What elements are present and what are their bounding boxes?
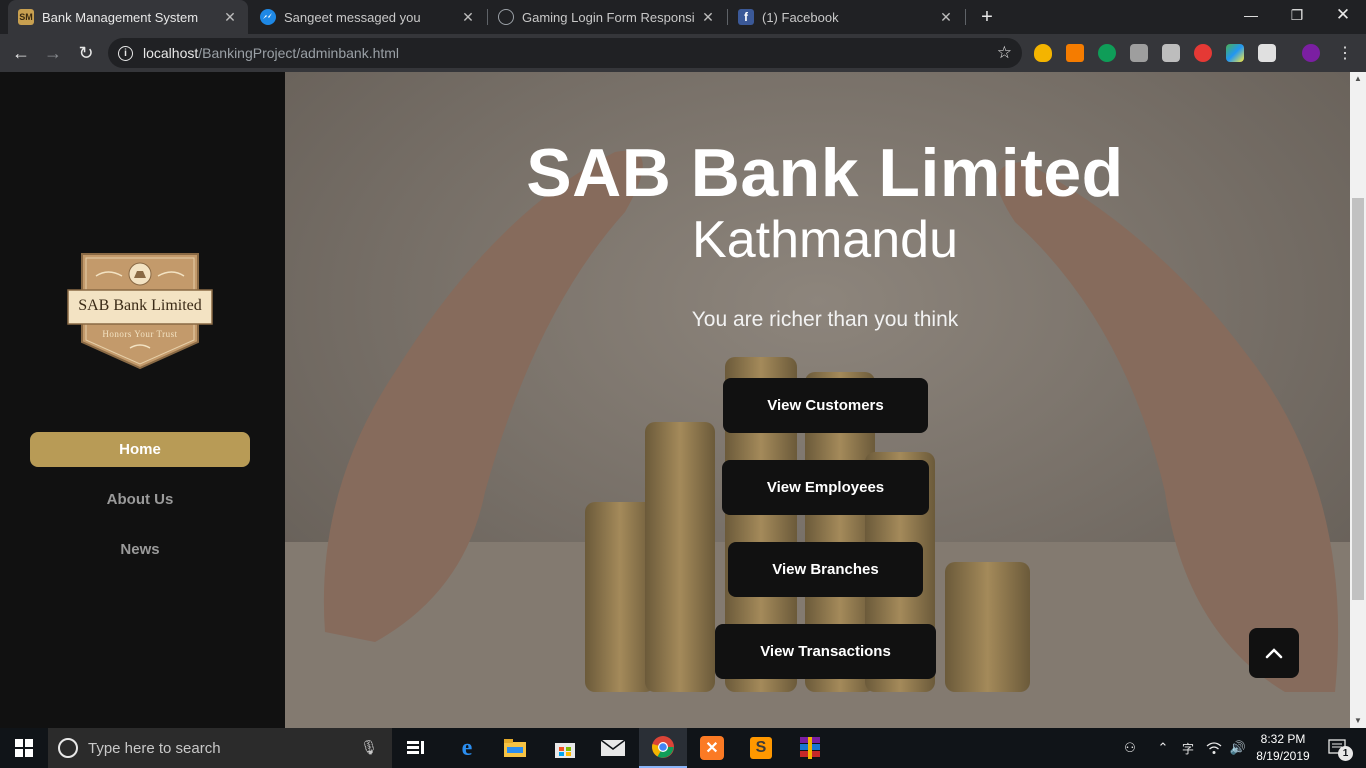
file-explorer-icon[interactable] [491, 728, 539, 768]
winrar-icon[interactable] [786, 728, 834, 768]
hero-title: SAB Bank Limited [526, 135, 1124, 211]
tab-title: Bank Management System [42, 9, 199, 25]
scrollbar-thumb[interactable] [1352, 198, 1364, 600]
show-hidden-icons-chevron-icon[interactable]: ⌃ [1152, 728, 1174, 768]
back-arrow-icon[interactable]: ← [8, 40, 34, 66]
view-transactions-button[interactable]: View Transactions [715, 624, 936, 679]
tab-bank-management-system[interactable]: SM Bank Management System ✕ [8, 0, 248, 34]
button-label: View Customers [767, 397, 884, 414]
restore-button[interactable]: ❐ [1274, 0, 1320, 30]
browser-tab-strip: SM Bank Management System ✕ Sangeet mess… [0, 0, 1366, 34]
grid-extension-icon[interactable] [1130, 44, 1148, 62]
clock-time: 8:32 PM [1260, 732, 1306, 746]
hero-subtitle: Kathmandu [692, 211, 958, 269]
tab-separator [965, 9, 966, 25]
hero-section: SAB Bank Limited Kathmandu You are riche… [285, 72, 1350, 728]
chrome-icon[interactable] [639, 728, 687, 768]
tab-gaming-login-form[interactable]: Gaming Login Form Responsive W ✕ [488, 0, 726, 34]
minimize-button[interactable]: — [1228, 0, 1274, 30]
hero-tagline: You are richer than you think [691, 308, 959, 331]
taskbar-search-box[interactable]: Type here to search 🎙 [48, 728, 392, 768]
logo-name: SAB Bank Limited [78, 297, 202, 314]
close-window-button[interactable]: ✕ [1320, 0, 1366, 30]
bank-logo: SAB Bank Limited Honors Your Trust [66, 252, 214, 372]
people-icon[interactable]: ⚇ [1116, 728, 1144, 768]
clock-date: 8/19/2019 [1256, 749, 1310, 763]
start-button[interactable] [0, 728, 48, 768]
close-tab-icon[interactable]: ✕ [700, 9, 716, 25]
sm-favicon-icon: SM [18, 9, 34, 25]
windows-taskbar: Type here to search 🎙 e ✕ S ⚇ ⌃ 字 🔊 8:32… [0, 728, 1366, 768]
page-scrollbar[interactable]: ▲ ▼ [1350, 72, 1366, 728]
new-tab-button[interactable]: + [976, 5, 998, 29]
globe-icon [498, 9, 514, 25]
forward-arrow-icon[interactable]: → [40, 40, 66, 66]
url-host: localhost [143, 45, 199, 61]
notification-count-badge: 1 [1338, 746, 1353, 761]
browser-toolbar: ← → ↻ i localhost/BankingProject/adminba… [0, 34, 1366, 72]
nav-home[interactable]: Home [30, 432, 250, 467]
windows-logo-icon [15, 739, 33, 757]
tab-sangeet-messaged[interactable]: Sangeet messaged you ✕ [250, 0, 486, 34]
address-bar[interactable]: i localhost/BankingProject/adminbank.htm… [108, 38, 1022, 68]
taskbar-clock[interactable]: 8:32 PM 8/19/2019 [1248, 731, 1318, 765]
lightbulb-extension-icon[interactable] [1034, 44, 1052, 62]
scroll-up-arrow-icon[interactable]: ▲ [1350, 72, 1366, 86]
store-icon[interactable] [541, 728, 589, 768]
mail-icon[interactable] [589, 728, 637, 768]
close-tab-icon[interactable]: ✕ [938, 9, 954, 25]
view-branches-button[interactable]: View Branches [728, 542, 923, 597]
sidebar: SAB Bank Limited Honors Your Trust Home … [0, 72, 285, 728]
close-tab-icon[interactable]: ✕ [222, 9, 238, 25]
chevron-up-icon [1265, 648, 1283, 659]
menu-kebab-icon[interactable]: ⋮ [1332, 40, 1358, 66]
adblock-extension-icon[interactable] [1194, 44, 1212, 62]
nav-news[interactable]: News [30, 532, 250, 567]
nav-home-label: Home [119, 441, 161, 458]
input-language-icon[interactable]: 字 [1176, 728, 1200, 768]
reload-icon[interactable]: ↻ [73, 40, 99, 66]
sublime-text-icon[interactable]: S [737, 728, 785, 768]
tab-title: Sangeet messaged you [284, 9, 421, 25]
wifi-icon[interactable] [1202, 728, 1226, 768]
logo-slogan: Honors Your Trust [102, 329, 178, 339]
edge-icon[interactable]: e [443, 728, 491, 768]
messenger-icon [260, 9, 276, 25]
search-placeholder: Type here to search [88, 739, 221, 757]
profile-avatar-icon[interactable] [1302, 44, 1320, 62]
nav-news-label: News [120, 541, 160, 558]
site-info-icon[interactable]: i [118, 45, 133, 61]
cube-extension-icon[interactable] [1258, 44, 1276, 62]
scroll-to-top-button[interactable] [1249, 628, 1299, 678]
view-customers-button[interactable]: View Customers [723, 378, 928, 433]
colorful-extension-icon[interactable] [1226, 44, 1244, 62]
cortana-icon [58, 738, 78, 758]
task-view-icon[interactable] [392, 728, 440, 768]
button-label: View Transactions [760, 643, 891, 660]
close-tab-icon[interactable]: ✕ [460, 9, 476, 25]
bookmark-star-icon[interactable]: ☆ [997, 43, 1012, 63]
xampp-icon[interactable]: ✕ [688, 728, 736, 768]
action-center-icon[interactable]: 1 [1318, 728, 1358, 768]
url-path: /BankingProject/adminbank.html [198, 45, 400, 61]
page-viewport: SAB Bank Limited Honors Your Trust Home … [0, 72, 1366, 728]
green-extension-icon[interactable] [1098, 44, 1116, 62]
microphone-icon[interactable]: 🎙 [360, 739, 378, 756]
nav-about-us[interactable]: About Us [30, 482, 250, 517]
tab-title: (1) Facebook [762, 9, 839, 25]
camera-extension-icon[interactable] [1162, 44, 1180, 62]
nav-about-us-label: About Us [106, 491, 174, 508]
button-label: View Employees [766, 479, 885, 496]
volume-icon[interactable]: 🔊 [1226, 728, 1250, 768]
key-extension-icon[interactable] [1066, 44, 1084, 62]
tab-title: Gaming Login Form Responsive W [522, 9, 694, 25]
view-employees-button[interactable]: View Employees [722, 460, 929, 515]
tab-facebook[interactable]: f (1) Facebook ✕ [728, 0, 964, 34]
scroll-down-arrow-icon[interactable]: ▼ [1350, 714, 1366, 728]
facebook-icon: f [738, 9, 754, 25]
button-label: View Branches [772, 561, 879, 578]
